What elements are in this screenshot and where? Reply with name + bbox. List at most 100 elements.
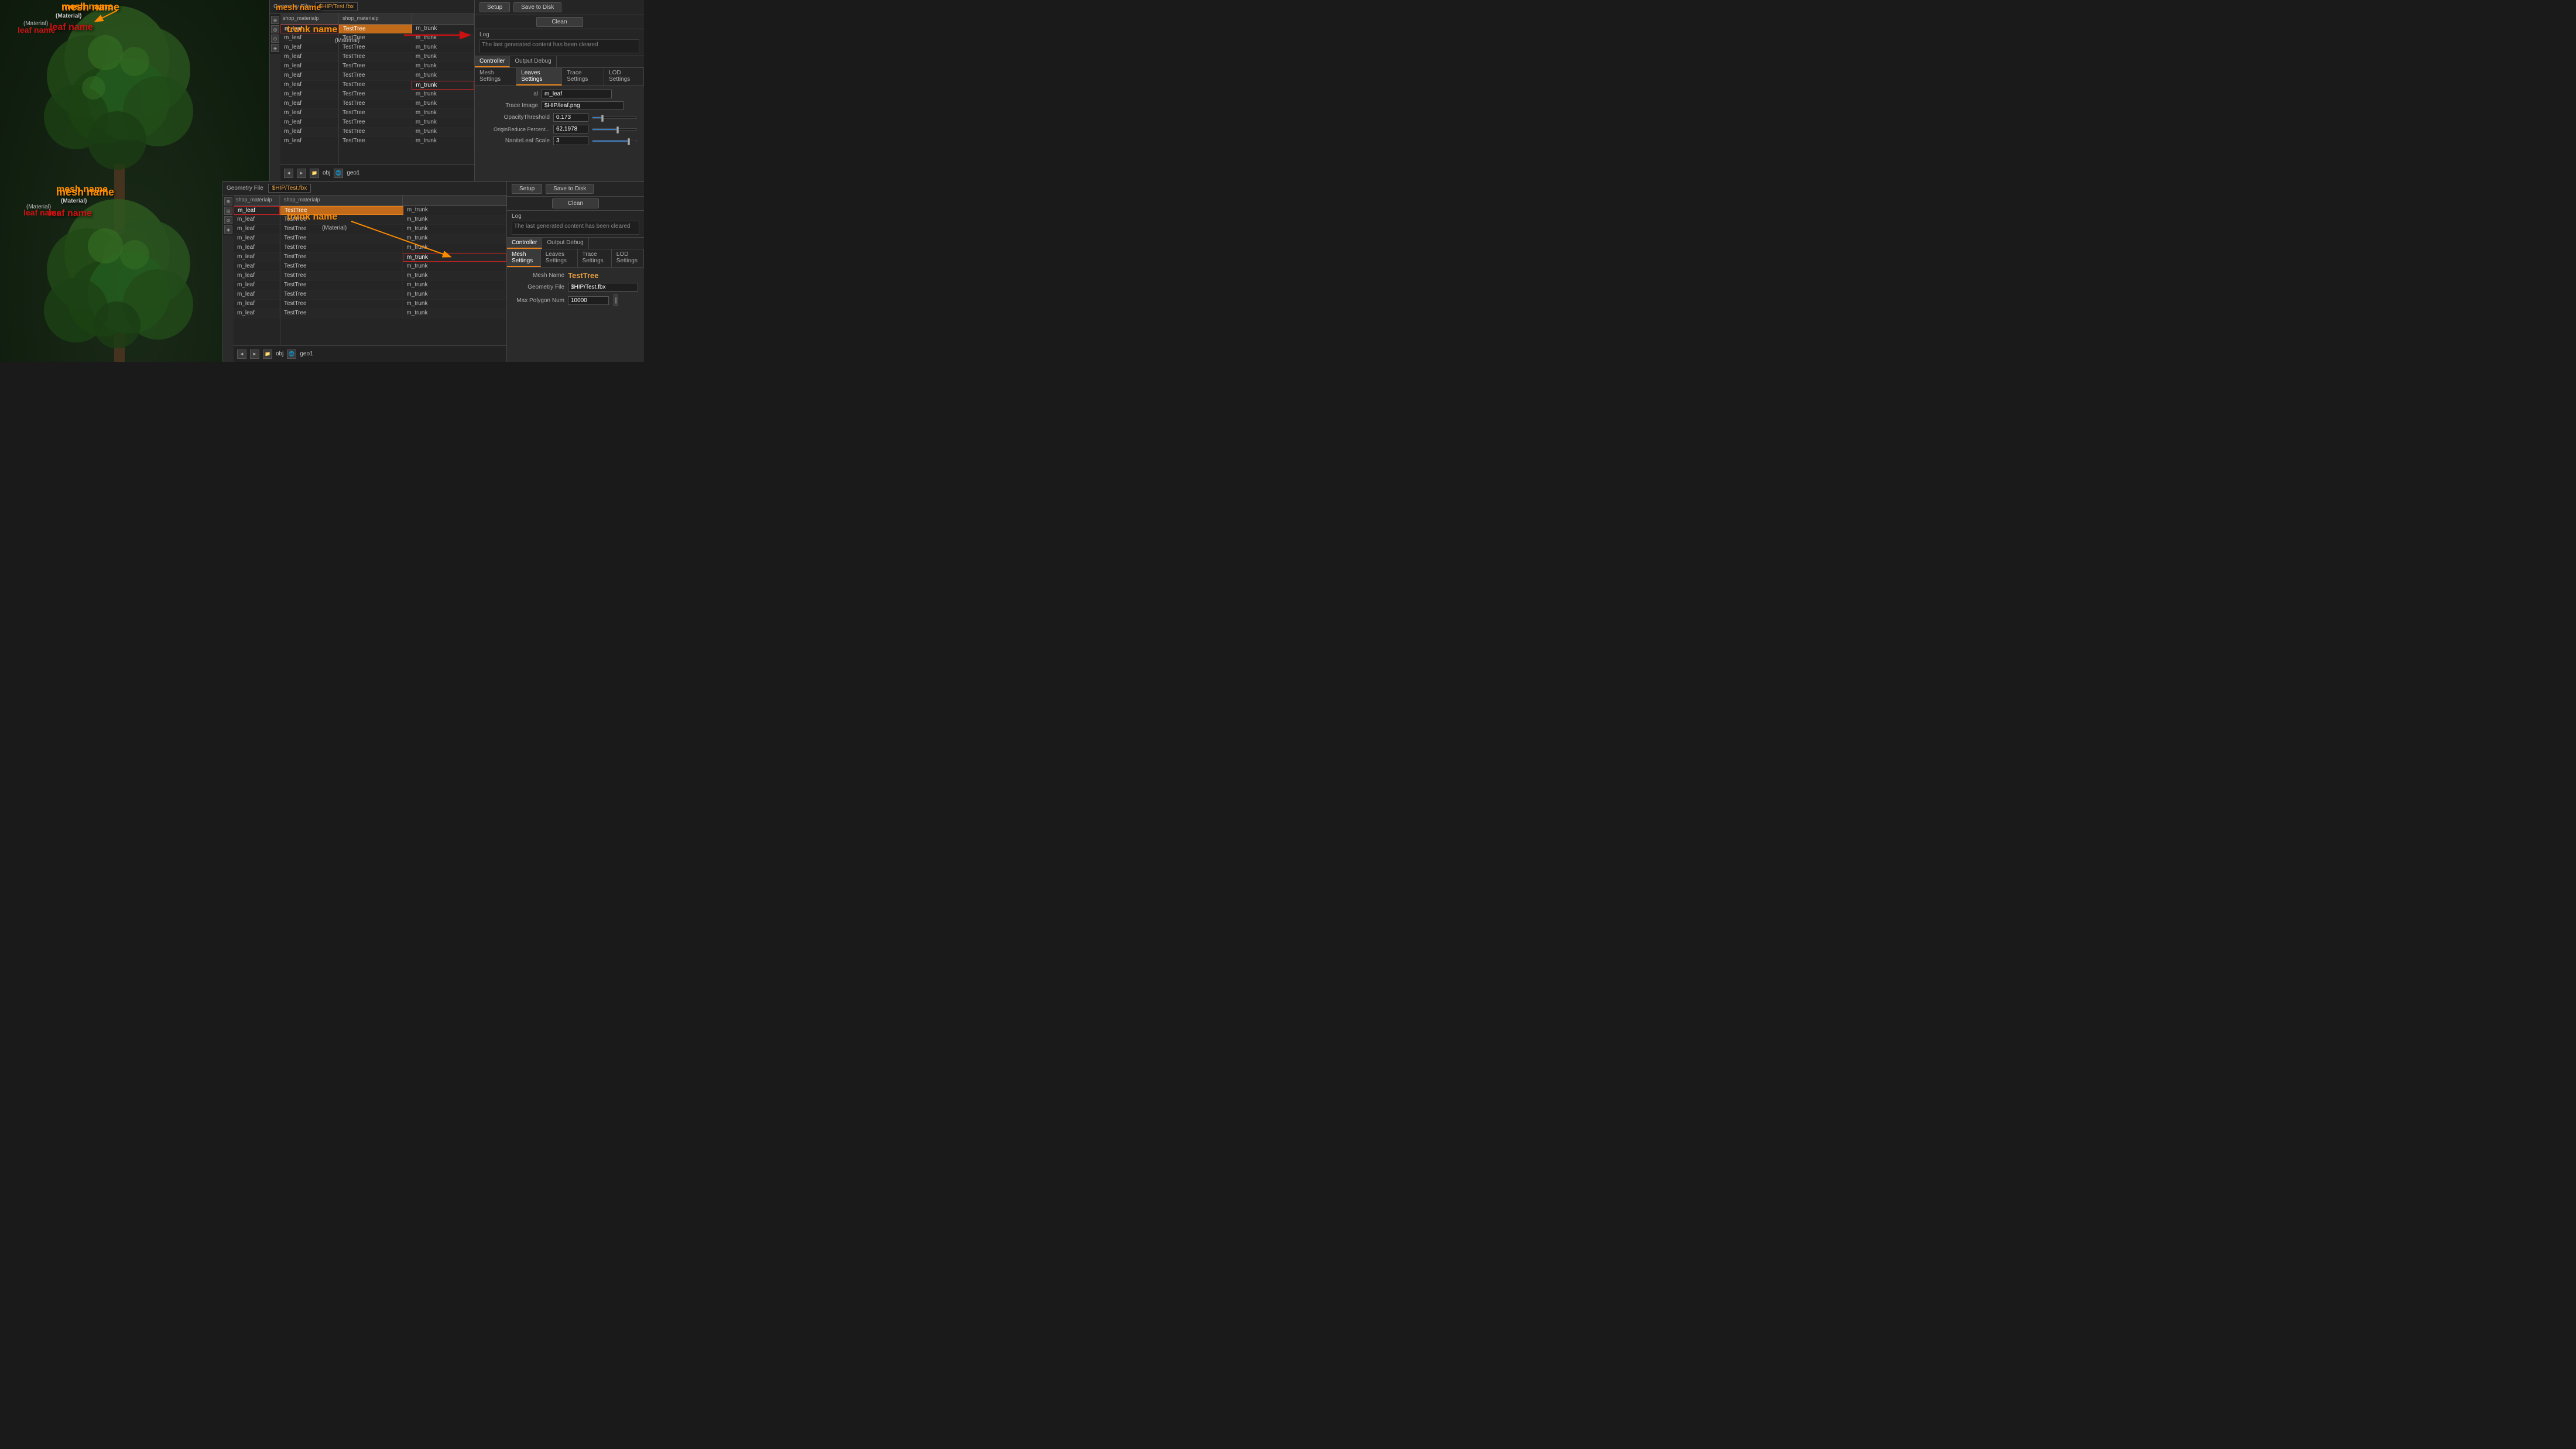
- origin-slider-top[interactable]: [592, 128, 637, 131]
- tabs-row1-bottom: Controller Output Debug: [507, 238, 644, 249]
- settings-area-bottom: Mesh Name TestTree Geometry File Max Pol…: [507, 268, 644, 313]
- right-panel-top: Setup Save to Disk Clean Log The last ge…: [474, 0, 644, 181]
- geometry-file-label-top: Geometry File: [273, 4, 310, 10]
- table-row-bottom: TestTreem_trunk: [280, 215, 506, 225]
- clean-button-top[interactable]: Clean: [536, 17, 583, 27]
- left-col-row-bottom: m_leaf: [234, 262, 280, 272]
- tab-trace-settings-top[interactable]: Trace Settings: [562, 68, 604, 85]
- scroll-right-bottom[interactable]: ►: [250, 350, 259, 359]
- save-to-disk-button-bottom[interactable]: Save to Disk: [546, 184, 594, 194]
- tab-output-debug-bottom[interactable]: Output Debug: [542, 238, 588, 249]
- opacity-input-top[interactable]: [553, 113, 588, 122]
- bottom-panel: Geometry File $HIP/Test.fbx ⊕ ◎ ⊙ ◈ shop…: [222, 181, 644, 362]
- tab-mesh-settings-bottom[interactable]: Mesh Settings: [507, 249, 541, 267]
- table-row-bottom: TestTreem_trunk: [280, 309, 506, 318]
- geometry-file-value-bottom: $HIP/Test.fbx: [268, 184, 311, 193]
- btn-row-bottom: Setup Save to Disk: [507, 181, 644, 197]
- log-content-bottom: The last generated content has been clea…: [512, 221, 639, 235]
- table-row-bottom: TestTreem_trunk: [280, 206, 506, 215]
- tab-lod-settings-top[interactable]: LOD Settings: [604, 68, 644, 85]
- tool-icon-b1[interactable]: ⊕: [224, 197, 232, 205]
- tool-icons-top: ⊕ ◎ ⊙ ◈: [270, 14, 280, 54]
- origin-input-top[interactable]: [553, 125, 588, 133]
- log-content-top: The last generated content has been clea…: [479, 39, 639, 53]
- clean-button-bottom[interactable]: Clean: [552, 198, 599, 208]
- tool-icon-b3[interactable]: ⊙: [224, 216, 232, 224]
- left-col-row-top: m_leaf: [280, 53, 338, 62]
- table-row-top: TestTreem_trunk: [339, 137, 474, 146]
- left-col-row-bottom: m_leaf: [234, 215, 280, 225]
- max-poly-stepper[interactable]: |: [614, 294, 618, 306]
- table-row-top: TestTreem_trunk: [339, 34, 474, 43]
- nanite-input-top[interactable]: [553, 136, 588, 145]
- tab-trace-settings-bottom[interactable]: Trace Settings: [578, 249, 612, 267]
- left-col-row-bottom: m_leaf: [234, 253, 280, 262]
- geo-icon-bottom[interactable]: 🌐: [287, 350, 296, 359]
- tab-controller-top[interactable]: Controller: [475, 56, 510, 67]
- setup-button-top[interactable]: Setup: [479, 2, 510, 12]
- left-col-row-bottom: m_leaf: [234, 272, 280, 281]
- nanite-slider-top[interactable]: [592, 140, 637, 142]
- tool-icon-1[interactable]: ⊕: [271, 16, 279, 24]
- table-row-bottom: TestTreem_trunk: [280, 225, 506, 234]
- geometry-label-bottom: Geometry File: [512, 284, 564, 290]
- opacity-slider-top[interactable]: [592, 117, 637, 119]
- tool-icon-b2[interactable]: ◎: [224, 207, 232, 215]
- tab-mesh-settings-top[interactable]: Mesh Settings: [475, 68, 516, 85]
- left-col-row-bottom: m_leaf: [234, 309, 280, 318]
- trace-image-input-top[interactable]: [542, 101, 624, 110]
- save-to-disk-button-top[interactable]: Save to Disk: [513, 2, 561, 12]
- geometry-input-bottom[interactable]: [568, 283, 638, 292]
- left-col-row-top: m_leaf: [280, 62, 338, 71]
- obj-label-top: obj: [323, 170, 330, 176]
- scroll-left-top[interactable]: ◄: [284, 169, 293, 178]
- left-col-row-top: m_leaf: [280, 109, 338, 118]
- left-col-row-bottom: m_leaf: [234, 206, 280, 215]
- left-col-row-top: m_leaf: [280, 90, 338, 100]
- left-col-row-top: m_leaf: [280, 137, 338, 146]
- tab-controller-bottom[interactable]: Controller: [507, 238, 542, 249]
- left-col-row-bottom: m_leaf: [234, 290, 280, 300]
- geo-label-bottom: geo1: [300, 351, 313, 357]
- bottom-bar-top: ◄ ► 📁 obj 🌐 geo1: [280, 165, 474, 181]
- scroll-left-bottom[interactable]: ◄: [237, 350, 246, 359]
- left-col-row-bottom: m_leaf: [234, 244, 280, 253]
- table-row-bottom: TestTreem_trunk: [280, 272, 506, 281]
- log-label-top: Log: [479, 32, 639, 38]
- log-label-bottom: Log: [512, 213, 639, 220]
- left-col-row-top: m_leaf: [280, 25, 338, 34]
- geometry-file-value-top: $HIP/Test.fbx: [315, 2, 358, 11]
- table-row-top: TestTreem_trunk: [339, 62, 474, 71]
- geo-label-top: geo1: [347, 170, 359, 176]
- setup-button-bottom[interactable]: Setup: [512, 184, 542, 194]
- table-row-top: TestTreem_trunk: [339, 118, 474, 128]
- left-col-row-top: m_leaf: [280, 128, 338, 137]
- tab-output-debug-top[interactable]: Output Debug: [510, 56, 556, 67]
- left-col-row-bottom: m_leaf: [234, 225, 280, 234]
- table-top: shop_materialp TestTreem_trunkTestTreem_…: [339, 14, 474, 165]
- material-input-top[interactable]: [542, 90, 612, 98]
- max-poly-input-bottom[interactable]: [568, 296, 609, 305]
- table-row-bottom: TestTreem_trunk: [280, 253, 506, 262]
- log-section-top: Log The last generated content has been …: [475, 29, 644, 56]
- tool-icon-4[interactable]: ◈: [271, 44, 279, 52]
- tool-icon-b4[interactable]: ◈: [224, 225, 232, 234]
- scroll-right-top[interactable]: ►: [297, 169, 306, 178]
- tab-leaves-settings-top[interactable]: Leaves Settings: [516, 68, 562, 85]
- table-body-top: TestTreem_trunkTestTreem_trunkTestTreem_…: [339, 25, 474, 165]
- tool-icon-2[interactable]: ◎: [271, 25, 279, 33]
- left-col-row-top: m_leaf: [280, 34, 338, 43]
- geometry-file-label-bottom: Geometry File: [227, 185, 263, 191]
- left-col-row-top: m_leaf: [280, 43, 338, 53]
- tab-leaves-settings-bottom[interactable]: Leaves Settings: [541, 249, 578, 267]
- table-row-bottom: TestTreem_trunk: [280, 262, 506, 272]
- tool-icon-3[interactable]: ⊙: [271, 35, 279, 43]
- tab-lod-settings-bottom[interactable]: LOD Settings: [612, 249, 644, 267]
- left-col-row-top: m_leaf: [280, 71, 338, 81]
- left-col-row-bottom: m_leaf: [234, 300, 280, 309]
- table-row-top: TestTreem_trunk: [339, 90, 474, 100]
- geo-icon-top[interactable]: 🌐: [334, 169, 343, 178]
- obj-icon-top[interactable]: 📁: [310, 169, 319, 178]
- table-row-top: TestTreem_trunk: [339, 53, 474, 62]
- obj-icon-bottom[interactable]: 📁: [263, 350, 272, 359]
